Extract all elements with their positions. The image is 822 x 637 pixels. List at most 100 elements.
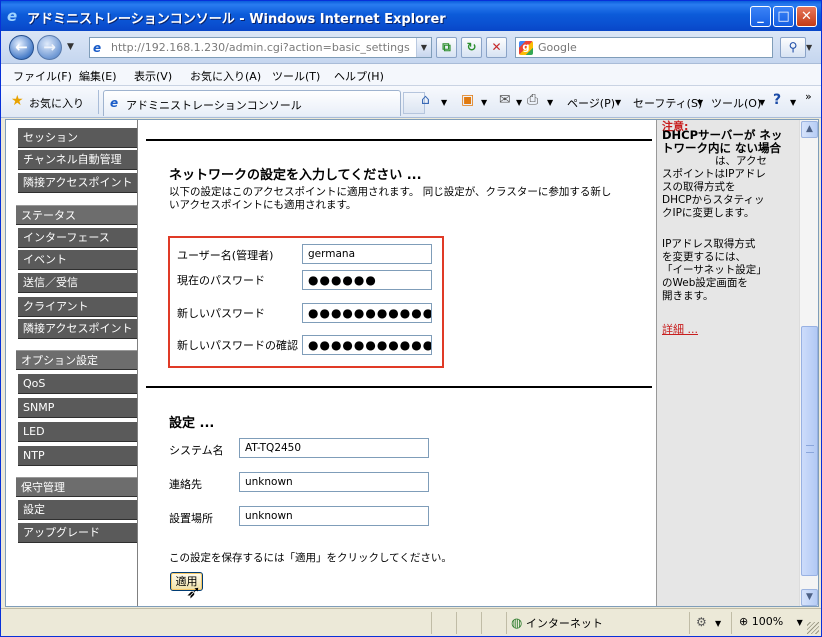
address-dropdown-icon[interactable]: ▼ [416,38,431,57]
divider [431,612,432,634]
menu-bar: ファイル(F) 編集(E) 表示(V) お気に入り(A) ツール(T) ヘルプ(… [1,64,821,86]
menu-tools[interactable]: ツール(T) [272,68,320,84]
window-title: アドミニストレーションコンソール - Windows Internet Expl… [27,12,446,27]
protected-dropdown-icon[interactable]: ▼ [715,619,721,628]
sidebar-section-maintenance[interactable]: 保守管理 [16,477,137,497]
print-icon[interactable]: ⎙ [527,92,538,108]
resize-grip[interactable] [807,622,819,634]
chevron-more-icon[interactable]: » [805,90,812,103]
menu-help[interactable]: ヘルプ(H) [334,68,384,84]
tab-admin-console[interactable]: e アドミニストレーションコンソール [103,90,401,116]
security-zone-label: インターネット [525,617,603,630]
home-dropdown-icon[interactable]: ▼ [441,98,447,107]
location-field[interactable]: unknown [239,506,429,526]
safety-dropdown-icon[interactable]: ▼ [697,98,703,107]
compatibility-view-button[interactable]: ⧉ [436,37,457,58]
network-desc-line2: いアクセスポイントにも適用されます。 [169,199,357,211]
refresh-button[interactable]: ↻ [461,37,482,58]
help-text: スの取得方式を [662,181,736,193]
zoom-dropdown-icon[interactable]: ▼ [797,618,803,627]
new-password-field[interactable]: ●●●●●●●●●●●●● [302,303,432,323]
protected-mode-icon[interactable]: ⚙ [696,615,707,629]
confirm-password-field[interactable]: ●●●●●●●●●●●●● [302,335,432,355]
menu-edit[interactable]: 編集(E) [79,68,117,84]
home-icon[interactable]: ⌂ [421,92,430,108]
scroll-thumb[interactable] [801,326,818,576]
search-box[interactable]: g [515,37,773,58]
favorites-button[interactable]: お気に入り [29,95,84,111]
zoom-icon: ⊕ [739,615,749,628]
back-button[interactable]: ← [9,35,34,60]
stop-button[interactable]: ✕ [486,37,507,58]
maximize-button[interactable]: □ [773,6,794,27]
current-password-field[interactable]: ●●●●●● [302,270,432,290]
divider [146,139,652,141]
page-dropdown-icon[interactable]: ▼ [615,98,621,107]
page-menu[interactable]: ページ(P) [567,95,615,111]
sidebar-item-upgrade[interactable]: アップグレード [18,523,137,543]
help-dropdown-icon[interactable]: ▼ [790,98,796,107]
mouse-cursor-icon: ➶ [186,582,202,603]
mail-dropdown-icon[interactable]: ▼ [516,98,522,107]
sidebar-section-status[interactable]: ステータス [16,205,137,225]
search-dropdown-icon[interactable]: ▼ [806,37,818,58]
sidebar-item-neighbor-ap-2[interactable]: 隣接アクセスポイント [18,319,137,339]
menu-view[interactable]: 表示(V) [134,68,172,84]
sidebar-item-clients[interactable]: クライアント [18,297,137,317]
ie-logo-icon: e [7,7,18,25]
system-name-field[interactable]: AT-TQ2450 [239,438,429,458]
sidebar-item-auto-channel[interactable]: チャンネル自動管理 [18,150,137,170]
sidebar-item-events[interactable]: イベント [18,250,137,270]
address-bar[interactable]: e http://192.168.1.230/admin.cgi?action=… [89,37,432,58]
print-dropdown-icon[interactable]: ▼ [547,98,553,107]
sidebar-item-neighbor-ap[interactable]: 隣接アクセスポイント [18,173,137,193]
close-button[interactable]: ✕ [796,6,817,27]
search-icon[interactable]: ⚲ [780,37,806,58]
confirm-password-label: 新しいパスワードの確認 [177,339,298,352]
google-icon: g [519,41,533,55]
sidebar-item-led[interactable]: LED [18,422,137,442]
help-icon[interactable]: ? [773,92,781,108]
menu-favorites[interactable]: お気に入り(A) [190,68,261,84]
tools-dropdown-icon[interactable]: ▼ [759,98,765,107]
sidebar-section-options[interactable]: オプション設定 [16,350,137,370]
scroll-up-icon[interactable]: ▲ [801,121,818,138]
feeds-icon[interactable]: ▣ [461,92,474,108]
help-text: 「イーサネット設定」 [662,264,767,276]
username-field[interactable]: germana [302,244,432,264]
scroll-down-icon[interactable]: ▼ [801,589,818,606]
feeds-dropdown-icon[interactable]: ▼ [481,98,487,107]
favorites-star-icon[interactable]: ★ [11,94,24,108]
help-text: 開きます。 [662,290,714,302]
sidebar-item-snmp[interactable]: SNMP [18,398,137,418]
tab-page-icon: e [110,96,119,110]
sidebar-item-ntp[interactable]: NTP [18,446,137,466]
new-password-label: 新しいパスワード [177,307,265,320]
sidebar-item-config[interactable]: 設定 [18,500,137,520]
menu-file[interactable]: ファイル(F) [13,68,72,84]
tools-menu[interactable]: ツール(O) [711,95,761,111]
scroll-grip [806,445,814,453]
more-details-link[interactable]: 詳細 ... [662,321,698,337]
address-url[interactable]: http://192.168.1.230/admin.cgi?action=ba… [111,41,410,54]
search-input[interactable] [538,40,768,55]
safety-menu[interactable]: セーフティ(S) [633,95,702,111]
save-note: この設定を保存するには「適用」をクリックしてください。 [169,552,452,564]
sidebar-item-interface[interactable]: インターフェース [18,228,137,248]
security-zone[interactable]: ◍ インターネット [511,615,603,631]
sidebar-item-qos[interactable]: QoS [18,374,137,394]
history-dropdown-icon[interactable]: ▼ [67,42,74,52]
contact-field[interactable]: unknown [239,472,429,492]
sidebar-item-session[interactable]: セッション [18,128,137,148]
forward-button[interactable]: → [37,35,62,60]
help-text: を変更するには、 [662,251,746,263]
divider [731,612,732,634]
settings-section-title: 設定 ... [169,416,215,431]
vertical-scrollbar[interactable]: ▲ ▼ [799,120,818,606]
minimize-button[interactable]: _ [750,6,771,27]
help-pane: 注意: DHCPサーバーが ネットワーク内に ない場合 は、アクセ スポイントは… [656,120,799,606]
sidebar-item-tx-rx[interactable]: 送信／受信 [18,273,137,293]
location-label: 設置場所 [169,512,213,525]
mail-icon[interactable]: ✉ [499,92,511,108]
zoom-level[interactable]: ⊕ 100% ▼ [739,615,803,628]
